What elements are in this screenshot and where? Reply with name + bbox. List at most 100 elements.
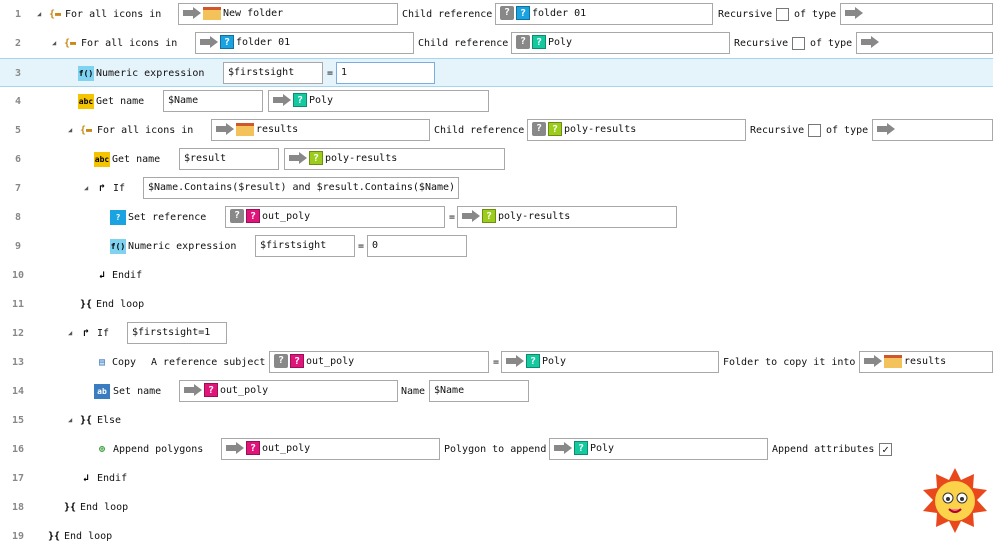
checkbox[interactable] [808, 124, 821, 137]
reference-field[interactable]: ?? folder 01 [495, 3, 713, 25]
statement-row[interactable]: 14 ab Set name? out_poly Name $Name [0, 377, 993, 406]
collapse-triangle-icon[interactable]: ◢ [68, 116, 72, 145]
statement-row[interactable]: 15 ◢}{Else [0, 406, 993, 435]
reference-field[interactable] [840, 3, 993, 25]
field-value: Poly [542, 356, 567, 367]
line-number: 7 [14, 183, 22, 194]
expression-input[interactable]: $firstsight [223, 62, 323, 84]
end-loop-icon: }{ [79, 299, 93, 310]
field-label: = [493, 357, 500, 368]
statement-label: End loop [80, 502, 129, 513]
line-number: 18 [11, 502, 25, 513]
field-value: folder 01 [236, 37, 291, 48]
checkbox[interactable] [792, 37, 805, 50]
reference-field[interactable]: ? out_poly [221, 438, 440, 460]
expression-input[interactable]: 1 [336, 62, 435, 84]
reference-field[interactable]: ? poly-results [457, 206, 677, 228]
arrow-icon [554, 442, 572, 454]
line-number: 1 [14, 9, 22, 20]
expression-input[interactable]: $firstsight=1 [127, 322, 227, 344]
expression-input[interactable]: 0 [367, 235, 467, 257]
reference-field[interactable]: results [211, 119, 430, 141]
reference-field[interactable]: ?? out_poly [269, 351, 489, 373]
statement-row[interactable]: 10 ↲ Endif [0, 261, 993, 290]
expression-input[interactable]: $firstsight [255, 235, 355, 257]
statement-row[interactable]: 17 ↲ Endif [0, 464, 993, 493]
field-label: = [358, 241, 365, 252]
field-value: $result [184, 153, 227, 164]
reference-field[interactable]: ? out_poly [179, 380, 398, 402]
line-number: 8 [14, 212, 22, 223]
statement-label: Set name [113, 386, 162, 397]
line-number: 5 [14, 125, 22, 136]
arrow-icon [200, 36, 218, 48]
field-label: of type [810, 38, 853, 49]
statement-row[interactable]: 6 abc Get name $result? poly-results [0, 145, 993, 174]
statement-row[interactable]: 9 f() Numeric expression $firstsight = 0 [0, 232, 993, 261]
reference-field[interactable]: ?? Poly [511, 32, 730, 54]
statement-label: For all icons in [65, 9, 162, 20]
field-value: folder 01 [532, 8, 587, 19]
reference-field[interactable]: ? folder 01 [195, 32, 414, 54]
collapse-triangle-icon[interactable]: ◢ [52, 29, 56, 58]
statement-row[interactable]: 5 ◢ {▬ For all icons in results Child referen… [0, 116, 993, 145]
field-label: Name [401, 386, 426, 397]
arrow-icon [861, 36, 879, 48]
arrow-icon [864, 355, 882, 367]
field-label: Folder to copy it into [723, 357, 856, 368]
statement-row[interactable]: 11}{End loop [0, 290, 993, 319]
statement-row[interactable]: 2 ◢ {▬ For all icons in? folder 01 Child refe… [0, 29, 993, 58]
field-label: = [449, 212, 456, 223]
reference-field[interactable]: ? Poly [501, 351, 719, 373]
endif-icon: ↲ [98, 270, 106, 281]
field-value: results [904, 356, 947, 367]
reference-field[interactable]: ?? poly-results [527, 119, 746, 141]
statement-row[interactable]: 4 abc Get name $Name? Poly [0, 87, 993, 116]
field-value: New folder [223, 8, 284, 19]
if-icon: ↱ [82, 328, 90, 339]
statement-row[interactable]: 12 ◢ ↱ If $firstsight=1 [0, 319, 993, 348]
field-label: Recursive [718, 9, 773, 20]
line-number: 16 [11, 444, 25, 455]
checkbox[interactable] [776, 8, 789, 21]
reference-field[interactable]: New folder [178, 3, 398, 25]
arrow-icon [183, 7, 201, 19]
statement-label: Endif [112, 270, 143, 281]
statement-row[interactable]: 8? Set reference?? out_poly =? poly-results [0, 203, 993, 232]
line-number: 10 [11, 270, 25, 281]
statement-label: End loop [64, 531, 113, 542]
statement-row[interactable]: 19}{End loop [0, 522, 993, 551]
field-value: 1 [341, 67, 348, 78]
lime-question-icon: ? [482, 209, 496, 223]
reference-field[interactable]: ? Poly [549, 438, 768, 460]
reference-field[interactable]: ? poly-results [284, 148, 505, 170]
reference-field[interactable]: results [859, 351, 993, 373]
field-value: out_poly [262, 211, 311, 222]
reference-field[interactable]: ? Poly [268, 90, 489, 112]
statement-row[interactable]: 16 ⊕ Append polygons? out_poly Polygon to ap… [0, 435, 993, 464]
reference-field[interactable]: ?? out_poly [225, 206, 445, 228]
collapse-triangle-icon[interactable]: ◢ [84, 174, 88, 203]
reference-field[interactable] [872, 119, 993, 141]
expression-input[interactable]: $Name [163, 90, 263, 112]
statement-row[interactable]: 3 f() Numeric expression $firstsight = 1 [0, 58, 993, 87]
statement-label: If [97, 328, 110, 339]
statement-row[interactable]: 18}{End loop [0, 493, 993, 522]
expression-input[interactable]: $Name.Contains($result) and $result.Cont… [143, 177, 459, 199]
field-value: poly-results [498, 211, 571, 222]
expression-input[interactable]: $Name [429, 380, 529, 402]
expression-input[interactable]: $result [179, 148, 279, 170]
field-label: Polygon to append [444, 444, 547, 455]
line-number: 14 [11, 386, 25, 397]
statement-row[interactable]: 1 ◢ {▬ For all icons in New folder Child refe… [0, 0, 993, 29]
checkbox[interactable]: ✓ [879, 443, 892, 456]
collapse-triangle-icon[interactable]: ◢ [37, 0, 41, 29]
for-loop-folder-icon: {▬ [48, 9, 62, 20]
statement-row[interactable]: 7 ◢ ↱ If $Name.Contains($result) and $result… [0, 174, 993, 203]
arrow-icon [216, 123, 234, 135]
collapse-triangle-icon[interactable]: ◢ [68, 319, 72, 348]
arrow-icon [506, 355, 524, 367]
statement-row[interactable]: 13 ▤ Copy A reference subject?? out_poly =? Po… [0, 348, 993, 377]
collapse-triangle-icon[interactable]: ◢ [68, 406, 72, 435]
reference-field[interactable] [856, 32, 993, 54]
